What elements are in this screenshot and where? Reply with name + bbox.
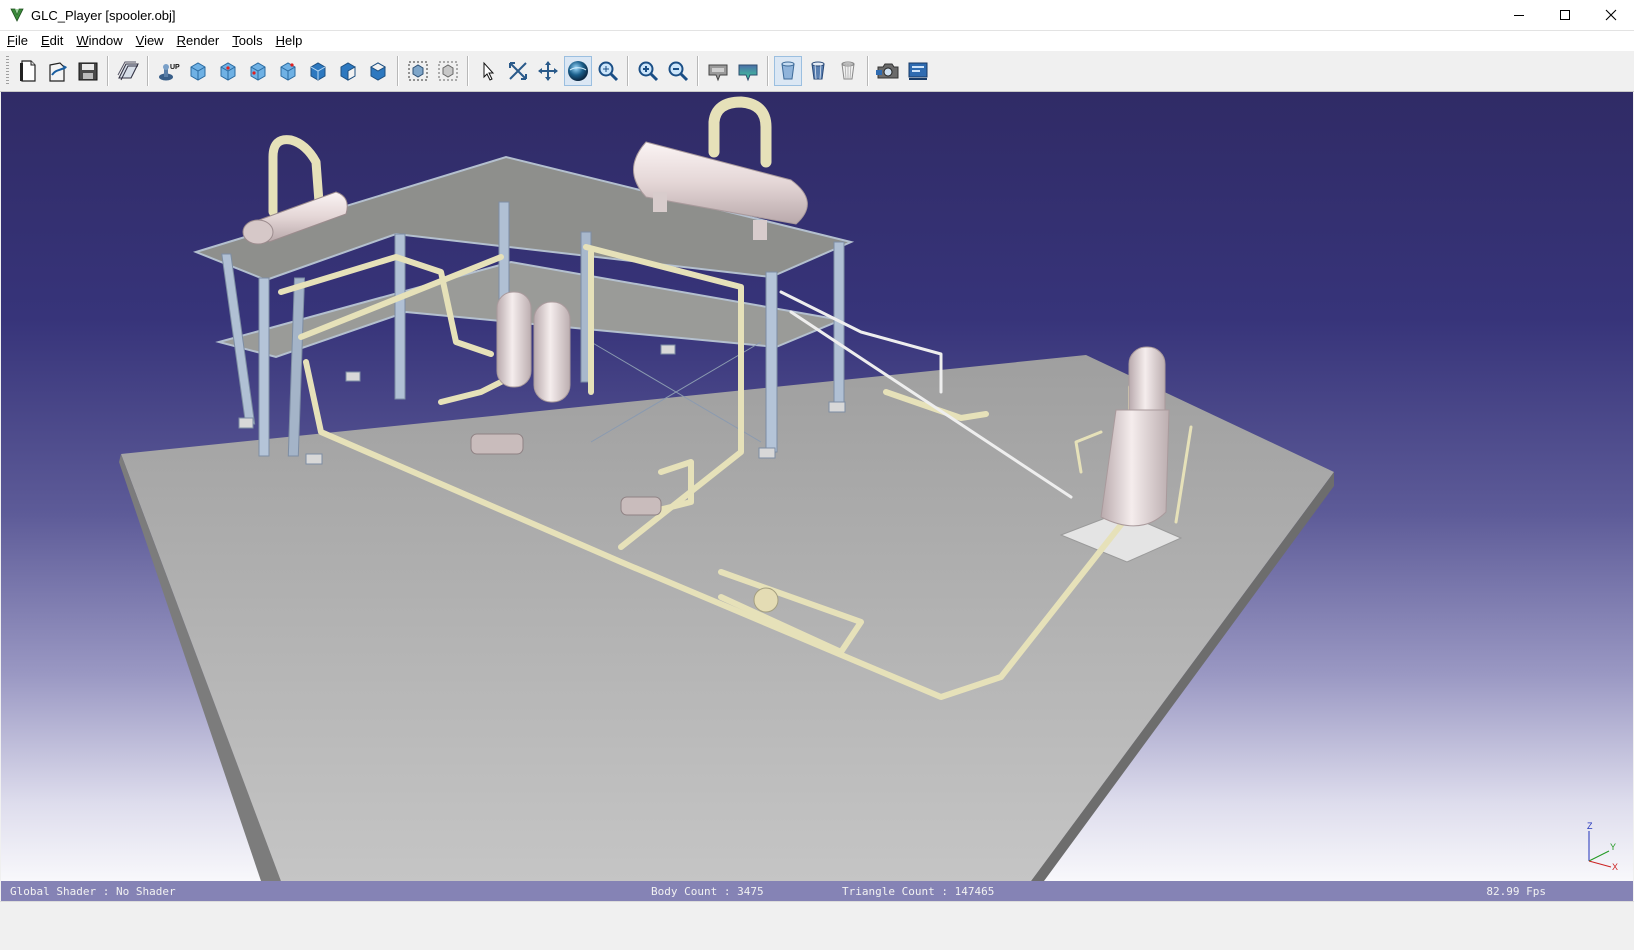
main-toolbar: UP [0,51,1634,92]
snapshot-icon [876,63,899,79]
zoom-icon [598,61,619,82]
solid-mode-icon [781,61,795,80]
global-shader-label: Global Shader : No Shader [10,885,176,898]
fit-selection-button[interactable] [434,56,462,86]
3d-viewport[interactable]: Z Y X Global Shader : No Shader Body Cou… [1,92,1633,901]
status-bar [0,901,1634,950]
svg-text:UP: UP [170,64,180,71]
fps-label: 82.99 Fps [1486,885,1546,898]
open-album-icon [117,61,139,81]
view-front-button[interactable] [214,56,242,86]
new-file-icon [20,60,36,82]
save-file-button[interactable] [74,56,102,86]
axis-x-label: X [1612,862,1618,871]
view-back-icon [369,62,387,81]
select-arrow-button[interactable] [474,56,502,86]
zoom-in-button[interactable] [634,56,662,86]
zoom-button[interactable] [594,56,622,86]
fit-selection-icon [438,61,458,81]
toolbar-separator [147,56,149,86]
menu-tools[interactable]: Tools [225,31,268,51]
view-right-icon [280,62,296,81]
close-icon [1605,9,1617,21]
zoom-out-icon [668,61,689,82]
menu-window[interactable]: Window [69,31,128,51]
transparent-mode-icon [841,61,855,80]
window-controls [1496,0,1634,30]
menu-help[interactable]: Help [269,31,309,51]
triangle-count-label: Triangle Count : 147465 [842,885,995,898]
pan-icon [538,61,558,81]
background-icon [738,64,758,82]
zoom-window-icon [509,62,527,80]
toolbar-separator [397,56,399,86]
new-file-button[interactable] [14,56,42,86]
snapshot-button[interactable] [874,56,902,86]
toolbar-separator [697,56,699,86]
fit-all-icon [408,61,428,81]
open-album-button[interactable] [114,56,142,86]
maximize-icon [1560,10,1570,20]
axis-triad-icon: Z Y X [1587,821,1618,871]
app-logo-icon [10,8,24,22]
toolbar-grip[interactable] [6,56,9,86]
view-left-icon [250,62,266,81]
maximize-button[interactable] [1542,0,1588,30]
toolbar-separator [767,56,769,86]
view-bottom-button[interactable] [334,56,362,86]
slideshow-icon [908,62,928,80]
render-info-bar: Global Shader : No Shader Body Count : 3… [1,881,1633,901]
view-iso-icon [190,62,206,81]
fit-all-button[interactable] [404,56,432,86]
toolbar-separator [107,56,109,86]
wireframe-mode-button[interactable] [804,56,832,86]
axis-y-label: Y [1610,842,1616,852]
close-button[interactable] [1588,0,1634,30]
camera-properties-icon [708,64,728,82]
open-file-button[interactable] [44,56,72,86]
up-vector-icon: UP [159,64,180,81]
up-vector-button[interactable]: UP [154,56,182,86]
menu-view[interactable]: View [129,31,170,51]
toolbar-separator [867,56,869,86]
minimize-icon [1514,15,1524,16]
body-count-label: Body Count : 3475 [651,885,764,898]
slideshow-button[interactable] [904,56,932,86]
open-file-icon [49,62,67,82]
menu-bar: File Edit Window View Render Tools Help [0,31,1634,51]
view-top-icon [310,62,326,81]
view-iso-button[interactable] [184,56,212,86]
spooler-model[interactable] [1,92,1633,881]
solid-mode-button[interactable] [774,56,802,86]
wireframe-mode-icon [811,61,825,80]
toolbar-separator [627,56,629,86]
view-right-button[interactable] [274,56,302,86]
transparent-mode-button[interactable] [834,56,862,86]
window-title: GLC_Player [spooler.obj] [31,7,176,23]
view-top-button[interactable] [304,56,332,86]
zoom-window-button[interactable] [504,56,532,86]
view-left-button[interactable] [244,56,272,86]
menu-file[interactable]: File [0,31,34,51]
title-bar: GLC_Player [spooler.obj] [0,0,1634,31]
zoom-out-button[interactable] [664,56,692,86]
view-front-icon [220,62,236,81]
orbit-button[interactable] [564,56,592,86]
select-arrow-icon [483,61,495,81]
pan-button[interactable] [534,56,562,86]
background-button[interactable] [734,56,762,86]
minimize-button[interactable] [1496,0,1542,30]
toolbar-separator [467,56,469,86]
menu-edit[interactable]: Edit [34,31,69,51]
view-back-button[interactable] [364,56,392,86]
view-bottom-icon [340,62,356,81]
axis-z-label: Z [1587,821,1593,831]
orbit-icon [568,61,588,81]
menu-render[interactable]: Render [170,31,226,51]
save-file-icon [78,62,98,81]
camera-properties-button[interactable] [704,56,732,86]
zoom-in-icon [638,61,659,82]
